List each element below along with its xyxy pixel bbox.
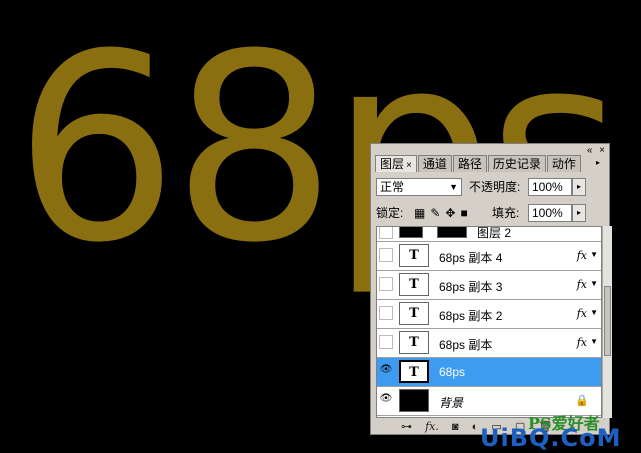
tab-actions[interactable]: 动作 (546, 155, 581, 172)
layers-panel: « × 图层 × 通道 路径 历史记录 动作 ▸ 正常 ▼ 不透明度: 100% … (370, 143, 612, 435)
layer-row[interactable]: T 68ps 副本 2 fx ▼ (377, 300, 601, 329)
panel-top-buttons: « × (583, 146, 605, 156)
lock-all-icon[interactable]: ■ (460, 206, 467, 220)
fx-icon[interactable]: fx. (425, 420, 439, 433)
opacity-input[interactable]: 100% (528, 178, 572, 196)
text-layer-thumbnail: T (399, 244, 429, 267)
eye-icon[interactable]: 👁 (379, 364, 393, 378)
opacity-slider-button[interactable]: ▸ (572, 178, 586, 196)
blend-mode-value: 正常 (380, 180, 405, 194)
adjustment-icon[interactable]: ◐ (472, 421, 479, 433)
text-layer-thumbnail: T (399, 302, 429, 325)
lock-paint-icon[interactable]: ✎ (430, 206, 440, 220)
layer-thumbnail (399, 227, 423, 238)
tab-channels-label: 通道 (422, 157, 447, 171)
fx-icon[interactable]: fx (577, 307, 587, 320)
panel-menu-icon[interactable]: ▸ (592, 157, 604, 169)
tab-paths-label: 路径 (457, 157, 482, 171)
close-icon[interactable]: × (599, 145, 605, 156)
background-thumbnail (399, 389, 429, 412)
fx-icon[interactable]: fx (577, 278, 587, 291)
lock-icon: 🔒 (575, 395, 589, 407)
chevron-down-icon: ▼ (449, 182, 458, 192)
visibility-toggle[interactable] (379, 248, 393, 262)
expand-effects-icon[interactable]: ▼ (590, 308, 598, 317)
expand-effects-icon[interactable]: ▼ (590, 337, 598, 346)
layer-row[interactable]: T 68ps 副本 4 fx ▼ (377, 242, 601, 271)
text-layer-thumbnail: T (399, 273, 429, 296)
expand-effects-icon[interactable]: ▼ (590, 279, 598, 288)
layer-name: 背景 (439, 396, 464, 410)
collapse-icon[interactable]: « (587, 145, 593, 156)
tab-history[interactable]: 历史记录 (487, 155, 546, 172)
tab-channels[interactable]: 通道 (417, 155, 452, 172)
layers-list: 图层 2 T 68ps 副本 4 fx ▼ T 68ps 副本 3 fx ▼ T… (376, 226, 602, 418)
watermark-line2: UiBQ.CoM (480, 424, 622, 452)
tab-history-label: 历史记录 (492, 157, 541, 171)
layer-row[interactable]: T 68ps 副本 fx ▼ (377, 329, 601, 358)
fx-icon[interactable]: fx (577, 249, 587, 262)
scrollbar-thumb[interactable] (604, 286, 611, 356)
layer-mask-thumbnail (437, 227, 467, 238)
blend-row: 正常 ▼ 不透明度: 100% ▸ (376, 177, 606, 197)
expand-effects-icon[interactable]: ▼ (590, 250, 598, 259)
visibility-toggle[interactable] (379, 335, 393, 349)
panel-tabs: 图层 × 通道 路径 历史记录 动作 (375, 155, 582, 172)
fx-icon[interactable]: fx (577, 336, 587, 349)
fill-input[interactable]: 100% (528, 204, 572, 222)
tab-paths[interactable]: 路径 (452, 155, 487, 172)
lock-label: 锁定: (376, 206, 404, 220)
layer-name: 68ps 副本 3 (439, 280, 503, 294)
layer-name: 68ps 副本 (439, 338, 493, 352)
link-icon[interactable]: ⊶ (401, 421, 412, 433)
lock-row: 锁定: ▦ ✎ ✥ ■ 填充: 100% ▸ (376, 203, 606, 223)
layer-name: 68ps 副本 4 (439, 251, 503, 265)
fill-label: 填充: (492, 206, 520, 220)
lock-icons: ▦ ✎ ✥ ■ (414, 203, 473, 223)
tab-layers[interactable]: 图层 × (375, 155, 417, 172)
layer-name: 68ps (439, 365, 466, 379)
visibility-toggle[interactable] (379, 306, 393, 320)
layer-row-selected[interactable]: 👁 T 68ps (377, 358, 601, 387)
tab-layers-label: 图层 (380, 157, 405, 171)
layer-name: 图层 2 (477, 226, 512, 240)
text-layer-thumbnail: T (399, 331, 429, 354)
tab-actions-label: 动作 (551, 157, 576, 171)
eye-icon[interactable]: 👁 (379, 393, 393, 407)
blend-mode-select[interactable]: 正常 ▼ (376, 178, 462, 196)
layer-name: 68ps 副本 2 (439, 309, 503, 323)
lock-move-icon[interactable]: ✥ (445, 206, 455, 220)
fill-slider-button[interactable]: ▸ (572, 204, 586, 222)
layer-row[interactable]: T 68ps 副本 3 fx ▼ (377, 271, 601, 300)
visibility-toggle[interactable] (379, 227, 393, 239)
visibility-toggle[interactable] (379, 277, 393, 291)
lock-transparent-icon[interactable]: ▦ (414, 206, 425, 220)
text-layer-thumbnail: T (399, 360, 429, 383)
layers-scrollbar[interactable] (602, 226, 612, 418)
opacity-label: 不透明度: (469, 180, 521, 194)
layer-row[interactable]: 图层 2 (377, 226, 601, 242)
mask-icon[interactable]: ◙ (452, 421, 459, 433)
tab-close-icon[interactable]: × (406, 160, 412, 171)
